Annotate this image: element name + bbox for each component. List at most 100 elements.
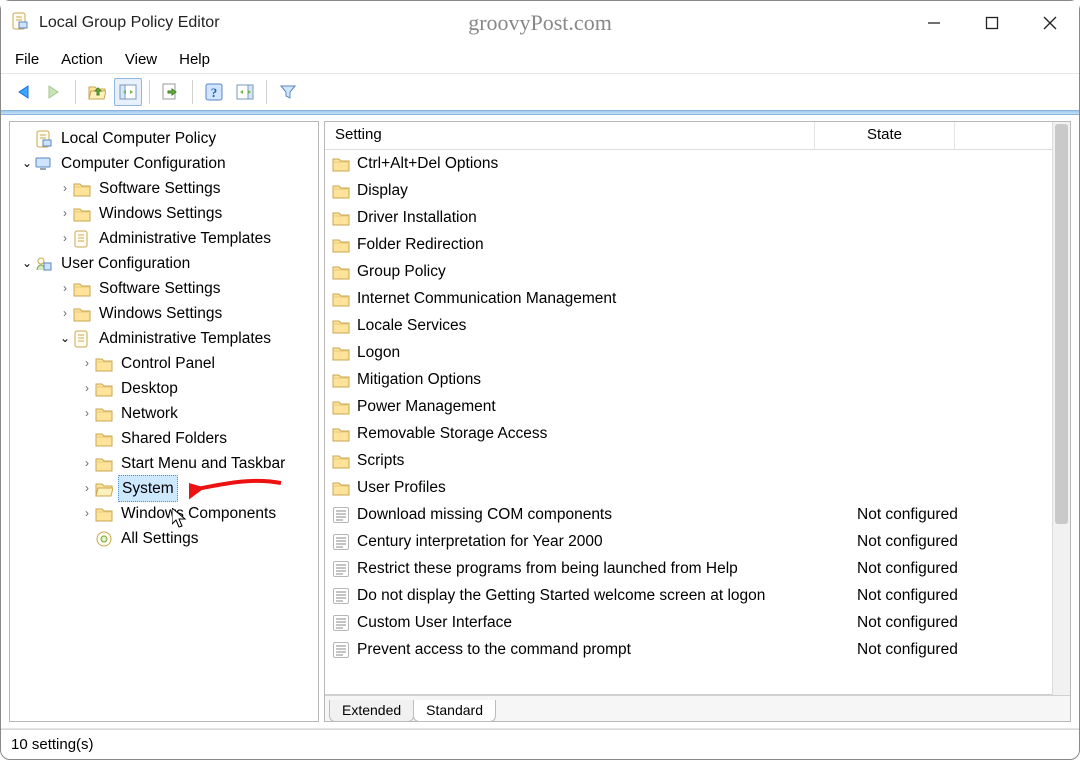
item-name: Logon	[357, 344, 827, 362]
maximize-button[interactable]	[963, 1, 1021, 45]
user-icon	[34, 254, 54, 274]
list-folder-item[interactable]: Folder Redirection	[325, 231, 1052, 258]
list-folder-item[interactable]: Ctrl+Alt+Del Options	[325, 150, 1052, 177]
help-button[interactable]	[200, 78, 228, 106]
column-state[interactable]: State	[815, 122, 955, 149]
expand-icon[interactable]: ›	[58, 226, 72, 251]
item-name: User Profiles	[357, 479, 827, 497]
tree-system[interactable]: › System	[16, 476, 318, 501]
list-folder-item[interactable]: Mitigation Options	[325, 366, 1052, 393]
tree-desktop[interactable]: › Desktop	[16, 376, 318, 401]
tree-label: Start Menu and Taskbar	[118, 451, 288, 476]
back-button[interactable]	[9, 78, 37, 106]
collapse-icon[interactable]: ⌄	[20, 251, 34, 276]
up-one-level-button[interactable]	[83, 78, 111, 106]
list-setting-item[interactable]: Do not display the Getting Started welco…	[325, 582, 1052, 609]
list-folder-item[interactable]: Logon	[325, 339, 1052, 366]
expand-icon[interactable]: ›	[80, 401, 94, 426]
folder-icon	[331, 370, 351, 390]
tree-network[interactable]: › Network	[16, 401, 318, 426]
tree-computer-configuration[interactable]: ⌄ Computer Configuration	[16, 151, 318, 176]
menu-help[interactable]: Help	[179, 51, 210, 68]
tree-label: Network	[118, 401, 181, 426]
list-setting-item[interactable]: Download missing COM componentsNot confi…	[325, 501, 1052, 528]
tree-label: System	[118, 475, 178, 502]
item-name: Scripts	[357, 452, 827, 470]
folder-icon	[331, 478, 351, 498]
console-tree-pane: Local Computer Policy ⌄ Computer Configu…	[9, 121, 319, 722]
item-name: Mitigation Options	[357, 371, 827, 389]
list-folder-item[interactable]: Power Management	[325, 393, 1052, 420]
minimize-button[interactable]	[905, 1, 963, 45]
settings-listview[interactable]: Setting State Ctrl+Alt+Del OptionsDispla…	[325, 122, 1052, 695]
item-name: Century interpretation for Year 2000	[357, 533, 827, 551]
folder-icon	[72, 179, 92, 199]
tree-shared-folders[interactable]: Shared Folders	[16, 426, 318, 451]
list-setting-item[interactable]: Restrict these programs from being launc…	[325, 555, 1052, 582]
list-folder-item[interactable]: User Profiles	[325, 474, 1052, 501]
collapse-icon[interactable]: ⌄	[58, 326, 72, 351]
expand-icon[interactable]: ›	[58, 176, 72, 201]
collapse-icon[interactable]: ⌄	[20, 151, 34, 176]
tree-root[interactable]: Local Computer Policy	[16, 126, 318, 151]
tree-control-panel[interactable]: › Control Panel	[16, 351, 318, 376]
tree-windows-components[interactable]: › Windows Components	[16, 501, 318, 526]
folder-icon	[331, 262, 351, 282]
view-tabs: Extended Standard	[325, 695, 1070, 721]
tree-all-settings[interactable]: All Settings	[16, 526, 318, 551]
tree-user-configuration[interactable]: ⌄ User Configuration	[16, 251, 318, 276]
tree-start-menu-taskbar[interactable]: › Start Menu and Taskbar	[16, 451, 318, 476]
listview-header[interactable]: Setting State	[325, 122, 1052, 150]
list-setting-item[interactable]: Prevent access to the command promptNot …	[325, 636, 1052, 663]
item-name: Driver Installation	[357, 209, 827, 227]
list-folder-item[interactable]: Scripts	[325, 447, 1052, 474]
list-folder-item[interactable]: Display	[325, 177, 1052, 204]
tab-extended[interactable]: Extended	[329, 700, 414, 722]
tab-standard[interactable]: Standard	[413, 700, 496, 722]
filter-button[interactable]	[274, 78, 302, 106]
tree-uc-admin-templates[interactable]: ⌄ Administrative Templates	[16, 326, 318, 351]
tree-label: Desktop	[118, 376, 181, 401]
tree-label: Local Computer Policy	[58, 126, 219, 151]
list-folder-item[interactable]: Group Policy	[325, 258, 1052, 285]
list-folder-item[interactable]: Removable Storage Access	[325, 420, 1052, 447]
list-folder-item[interactable]: Locale Services	[325, 312, 1052, 339]
expand-icon[interactable]: ›	[80, 501, 94, 526]
expand-icon[interactable]: ›	[80, 451, 94, 476]
item-state: Not configured	[827, 641, 987, 659]
vertical-scrollbar[interactable]	[1052, 122, 1070, 695]
expand-icon[interactable]: ›	[80, 351, 94, 376]
list-folder-item[interactable]: Driver Installation	[325, 204, 1052, 231]
expand-icon[interactable]: ›	[80, 476, 94, 501]
tree-uc-windows-settings[interactable]: › Windows Settings	[16, 301, 318, 326]
tree-cc-admin-templates[interactable]: › Administrative Templates	[16, 226, 318, 251]
console-tree[interactable]: Local Computer Policy ⌄ Computer Configu…	[16, 126, 318, 551]
menu-view[interactable]: View	[125, 51, 157, 68]
expand-icon[interactable]: ›	[58, 301, 72, 326]
show-hide-action-pane-button[interactable]	[231, 78, 259, 106]
export-list-button[interactable]	[157, 78, 185, 106]
tree-cc-software-settings[interactable]: › Software Settings	[16, 176, 318, 201]
expand-icon[interactable]: ›	[58, 276, 72, 301]
expand-icon[interactable]: ›	[58, 201, 72, 226]
menu-file[interactable]: File	[15, 51, 39, 68]
close-button[interactable]	[1021, 1, 1079, 45]
scrollbar-thumb[interactable]	[1055, 124, 1068, 524]
folder-open-icon	[94, 479, 114, 499]
horizontal-scrollbar[interactable]	[325, 694, 1034, 695]
tree-label: Windows Settings	[96, 201, 225, 226]
column-setting[interactable]: Setting	[325, 122, 815, 149]
show-hide-console-tree-button[interactable]	[114, 78, 142, 106]
tree-cc-windows-settings[interactable]: › Windows Settings	[16, 201, 318, 226]
menu-action[interactable]: Action	[61, 51, 103, 68]
list-setting-item[interactable]: Custom User InterfaceNot configured	[325, 609, 1052, 636]
results-pane: Setting State Ctrl+Alt+Del OptionsDispla…	[324, 121, 1071, 722]
expand-icon[interactable]: ›	[80, 376, 94, 401]
tree-uc-software-settings[interactable]: › Software Settings	[16, 276, 318, 301]
folder-icon	[331, 316, 351, 336]
setting-icon	[331, 559, 351, 579]
forward-button[interactable]	[40, 78, 68, 106]
list-setting-item[interactable]: Century interpretation for Year 2000Not …	[325, 528, 1052, 555]
folder-icon	[94, 429, 114, 449]
list-folder-item[interactable]: Internet Communication Management	[325, 285, 1052, 312]
